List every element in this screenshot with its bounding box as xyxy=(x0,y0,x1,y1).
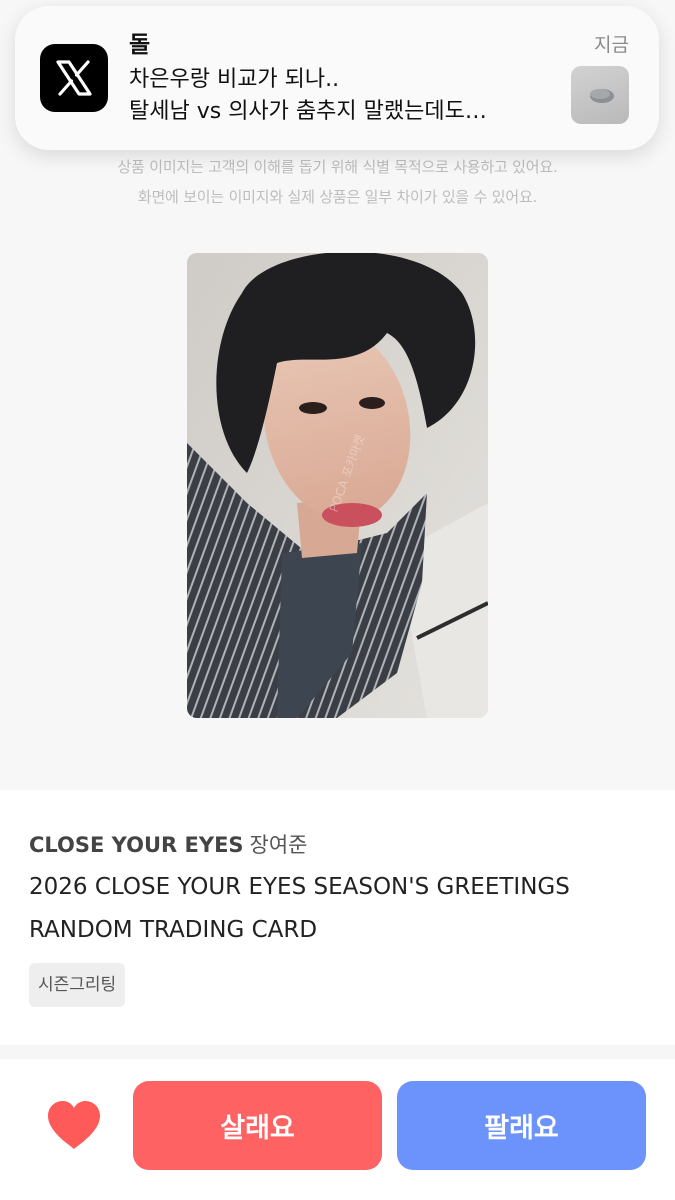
artist-line: CLOSE YOUR EYES 장여준 xyxy=(29,830,308,860)
x-logo-icon xyxy=(40,44,108,112)
image-disclaimer: 상품 이미지는 고객의 이해를 돕기 위해 식별 목적으로 사용하고 있어요. … xyxy=(0,152,675,212)
image-disclaimer-line2: 화면에 보이는 이미지와 실제 상품은 일부 차이가 있을 수 있어요. xyxy=(137,188,538,206)
member-name: 장여준 xyxy=(249,833,308,857)
artist-name[interactable]: CLOSE YOUR EYES xyxy=(29,833,244,857)
product-title: 2026 CLOSE YOUR EYES SEASON'S GREETINGS … xyxy=(29,874,570,943)
bottom-action-bar: 살래요 팔래요 xyxy=(0,1059,675,1200)
section-divider xyxy=(0,1045,675,1059)
notification-text-line1: 차은우랑 비교가 되나.. xyxy=(129,67,340,92)
buy-button[interactable]: 살래요 xyxy=(133,1081,382,1170)
product-info: CLOSE YOUR EYES 장여준 2026 CLOSE YOUR EYES … xyxy=(0,790,675,1045)
notification-sender: 돌 xyxy=(129,32,151,58)
attachment-thumbnail xyxy=(571,66,629,124)
notification-text-line2: 탈세남 vs 의사가 춤추지 말랬는데도… xyxy=(129,99,487,124)
photocard-illustration: POCA 포카마켓 xyxy=(187,253,488,718)
category-tag[interactable]: 시즌그리팅 xyxy=(29,963,126,1007)
notification-time: 지금 xyxy=(594,34,629,56)
push-notification[interactable]: 돌 차은우랑 비교가 되나.. 탈세남 vs 의사가 춤추지 말랬는데도… 지금 xyxy=(15,6,659,150)
image-disclaimer-line1: 상품 이미지는 고객의 이해를 돕기 위해 식별 목적으로 사용하고 있어요. xyxy=(117,158,558,176)
heart-icon[interactable] xyxy=(45,1099,103,1151)
photocard-image[interactable]: POCA 포카마켓 xyxy=(187,253,488,718)
product-detail-page: 상품 이미지는 고객의 이해를 돕기 위해 식별 목적으로 사용하고 있어요. … xyxy=(0,0,675,1200)
sell-button[interactable]: 팔래요 xyxy=(397,1081,646,1170)
